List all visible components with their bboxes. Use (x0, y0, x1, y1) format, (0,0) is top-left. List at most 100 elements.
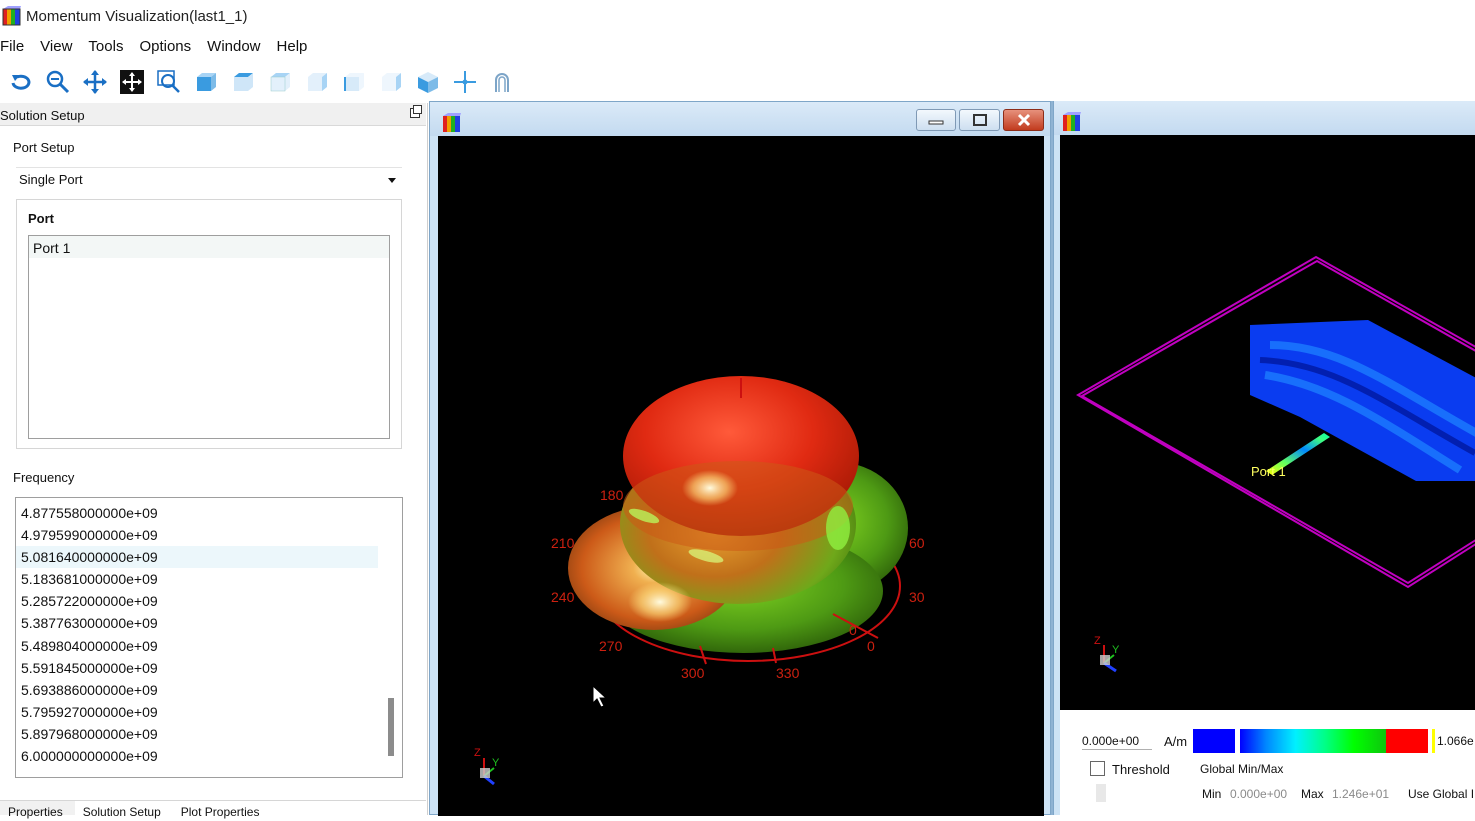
frequency-scrollbar[interactable] (388, 698, 394, 756)
magnet-button[interactable] (487, 67, 517, 97)
frequency-list[interactable]: 4.877558000000e+09 4.979599000000e+09 5.… (15, 497, 403, 778)
angle-label: 0 (867, 638, 875, 654)
menu-help[interactable]: Help (277, 38, 316, 60)
zoom-button[interactable] (43, 67, 73, 97)
port-group-label: Port (28, 211, 54, 226)
angle-label: 330 (776, 665, 800, 681)
view-right-icon (382, 73, 401, 91)
view-front-icon (197, 73, 216, 91)
menu-window[interactable]: Window (207, 38, 268, 60)
zoom-icon (46, 70, 70, 94)
frequency-item[interactable]: 5.489804000000e+09 (16, 635, 378, 657)
mouse-cursor (592, 684, 608, 708)
app-icon (2, 6, 21, 26)
legend-high-swatch[interactable] (1386, 729, 1428, 753)
threshold-label: Threshold (1112, 762, 1170, 777)
frequency-item[interactable]: 5.897968000000e+09 (16, 723, 378, 745)
legend-unit: A/m (1164, 734, 1188, 749)
panel-title: Solution Setup (0, 108, 85, 123)
pan-button[interactable] (80, 67, 110, 97)
view-back-button[interactable] (228, 67, 258, 97)
legend-min-field[interactable]: 0.000e+00 (1082, 732, 1152, 750)
frequency-item[interactable]: 5.795927000000e+09 (16, 701, 378, 723)
frequency-item[interactable]: 6.000000000000e+09 (16, 745, 378, 767)
menu-options[interactable]: Options (139, 38, 199, 60)
threshold-checkbox[interactable] (1090, 761, 1105, 776)
port-list-item[interactable]: Port 1 (29, 236, 389, 258)
tab-solution-setup[interactable]: Solution Setup (75, 801, 173, 819)
frequency-item-selected[interactable]: 5.081640000000e+09 (16, 546, 378, 569)
axis-label-z: Z (1094, 635, 1101, 647)
frequency-item[interactable]: 5.285722000000e+09 (16, 590, 378, 612)
legend-gradient (1240, 729, 1386, 753)
maximize-icon (972, 114, 987, 126)
frequency-item[interactable]: 5.591845000000e+09 (16, 657, 378, 679)
view-top-icon (270, 73, 290, 92)
view-right-button[interactable] (376, 67, 406, 97)
float-panel-icon[interactable] (410, 105, 422, 118)
threshold-slider[interactable] (1096, 784, 1106, 802)
current-canvas[interactable]: Port 1 Z Y (1060, 135, 1475, 710)
global-max-value: 1.246e+01 (1332, 787, 1390, 801)
magnet-icon (495, 73, 509, 92)
port-list[interactable]: Port 1 (28, 235, 390, 439)
angle-label: 270 (599, 638, 623, 654)
port-mode-select[interactable]: Single Port (16, 167, 402, 191)
maximize-button[interactable] (959, 109, 1000, 131)
current-plot: Port 1 Z Y (1076, 255, 1475, 673)
current-window-titlebar[interactable] (1054, 101, 1475, 135)
axes-button[interactable] (450, 67, 480, 97)
port-group: Port Port 1 (16, 199, 402, 449)
zoom-box-button[interactable] (154, 67, 184, 97)
close-button[interactable] (1003, 109, 1044, 131)
frequency-item[interactable]: 4.877558000000e+09 (16, 502, 378, 524)
axis-label-y: Y (1112, 644, 1120, 656)
frequency-label: Frequency (13, 470, 75, 485)
legend-max-field[interactable]: 1.066e (1435, 732, 1475, 750)
frequency-item[interactable]: 5.693886000000e+09 (16, 679, 378, 701)
angle-label: 30 (909, 589, 925, 605)
view-front-button[interactable] (191, 67, 221, 97)
angle-label: 180 (600, 487, 624, 503)
view-left-button[interactable] (339, 67, 369, 97)
panel-tabs: Properties Solution Setup Plot Propertie… (0, 800, 426, 819)
solution-setup-panel: Solution Setup Port Setup Single Port Po… (0, 103, 428, 819)
highlight (826, 506, 850, 550)
legend-low-swatch[interactable] (1193, 729, 1235, 753)
rotate-button[interactable] (6, 67, 36, 97)
title-bar: Momentum Visualization(last1_1) (0, 0, 1475, 34)
frequency-item[interactable]: 5.387763000000e+09 (16, 612, 378, 634)
fit-view-button[interactable] (117, 67, 147, 97)
view-bottom-button[interactable] (302, 67, 332, 97)
frequency-rows: 4.877558000000e+09 4.979599000000e+09 5.… (16, 498, 402, 767)
use-global-button[interactable]: Use Global I (1408, 787, 1474, 801)
tab-properties[interactable]: Properties (0, 801, 75, 819)
axes-icon (454, 71, 476, 93)
close-icon (1017, 113, 1030, 127)
panel-header: Solution Setup (0, 103, 426, 126)
angle-label: 60 (909, 535, 925, 551)
menu-bar: File View Tools Options Window Help (0, 38, 323, 60)
port-mode-value: Single Port (19, 172, 83, 187)
angle-label: 0 (849, 622, 857, 638)
view-iso-button[interactable] (413, 67, 443, 97)
menu-tools[interactable]: Tools (88, 38, 131, 60)
menu-view[interactable]: View (40, 38, 80, 60)
chevron-down-icon (388, 178, 396, 183)
fit-icon (120, 70, 144, 94)
pan-icon (83, 70, 107, 94)
farfield-canvas[interactable]: 180 210 240 270 300 330 0 30 60 0 Z Y (438, 136, 1044, 816)
farfield-window-titlebar[interactable] (430, 102, 1050, 136)
frequency-item[interactable]: 5.183681000000e+09 (16, 568, 378, 590)
window-title: Momentum Visualization(last1_1) (26, 8, 248, 25)
app-icon (1063, 112, 1081, 131)
menu-file[interactable]: File (0, 38, 32, 60)
view-bottom-icon (308, 73, 327, 91)
axis-label-z: Z (474, 747, 481, 759)
highlight (628, 582, 692, 622)
frequency-item[interactable]: 4.979599000000e+09 (16, 524, 378, 546)
view-top-button[interactable] (265, 67, 295, 97)
tab-plot-properties[interactable]: Plot Properties (173, 801, 272, 819)
view-iso-icon (418, 72, 438, 93)
minimize-button[interactable] (916, 109, 956, 131)
